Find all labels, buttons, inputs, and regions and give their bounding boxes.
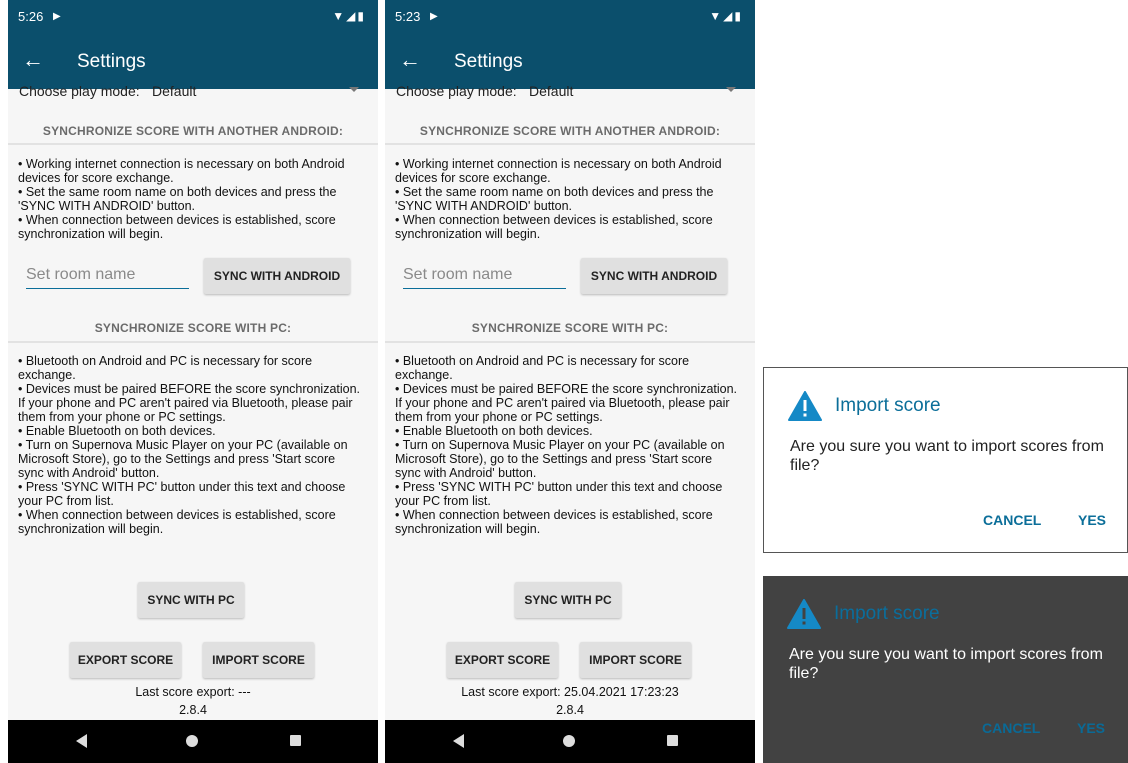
instruction-line: • Enable Bluetooth on both devices. <box>18 424 216 438</box>
cancel-button[interactable]: CANCEL <box>983 512 1041 528</box>
instruction-line: • Working internet connection is necessa… <box>395 157 722 185</box>
play-mode-label: Choose play mode: <box>396 83 517 99</box>
dialog-message: Are you sure you want to import scores f… <box>789 646 1103 682</box>
nav-recents-icon[interactable] <box>667 735 678 746</box>
status-bar: 5:26 ▶ ▼◢▮ <box>8 0 378 33</box>
system-nav-bar <box>385 720 755 763</box>
instruction-line: • Enable Bluetooth on both devices. <box>395 424 593 438</box>
dialog-title: Import score <box>835 395 941 416</box>
import-score-dialog-dark: Import score Are you sure you want to im… <box>763 576 1128 763</box>
nav-home-icon[interactable] <box>563 735 575 747</box>
warning-icon <box>788 391 822 421</box>
play-mode-select[interactable]: Choose play mode: Default <box>19 83 359 103</box>
pc-section-title: SYNCHRONIZE SCORE WITH PC: <box>94 321 292 335</box>
battery-icon: ▮ <box>357 9 366 23</box>
page-title: Settings <box>77 51 146 72</box>
play-icon: ▶ <box>430 11 438 22</box>
instruction-line: • Set the same room name on both devices… <box>395 185 714 213</box>
pc-section-title: SYNCHRONIZE SCORE WITH PC: <box>471 321 669 335</box>
play-mode-value: Default <box>529 83 574 99</box>
wifi-icon: ▼ <box>332 9 347 23</box>
instruction-line: • Working internet connection is necessa… <box>18 157 345 185</box>
divider <box>385 143 755 145</box>
instruction-line: • When connection between devices is est… <box>18 508 336 536</box>
instruction-line: • Press 'SYNC WITH PC' button under this… <box>18 480 346 508</box>
settings-content: Choose play mode: Default SYNCHRONIZE SC… <box>8 83 378 720</box>
nav-back-icon[interactable] <box>453 734 464 748</box>
app-bar: ← Settings <box>385 33 755 89</box>
import-score-button[interactable]: IMPORT SCORE <box>580 642 691 678</box>
signal-icon: ◢ <box>723 9 735 23</box>
nav-home-icon[interactable] <box>186 735 198 747</box>
play-mode-value: Default <box>152 83 197 99</box>
settings-content: Choose play mode: Default SYNCHRONIZE SC… <box>385 83 755 720</box>
system-nav-bar <box>8 720 378 763</box>
nav-back-icon[interactable] <box>76 734 87 748</box>
play-mode-select[interactable]: Choose play mode: Default <box>396 83 736 103</box>
instruction-line: • Set the same room name on both devices… <box>18 185 337 213</box>
android-section-title: SYNCHRONIZE SCORE WITH ANOTHER ANDROID: <box>419 124 721 138</box>
status-icons: ▼◢▮ <box>332 0 366 33</box>
status-bar: 5:23 ▶ ▼◢▮ <box>385 0 755 33</box>
status-time: 5:23 <box>395 9 421 24</box>
app-bar: ← Settings <box>8 33 378 89</box>
pc-instructions: • Bluetooth on Android and PC is necessa… <box>18 354 363 536</box>
android-section-title: SYNCHRONIZE SCORE WITH ANOTHER ANDROID: <box>42 124 344 138</box>
play-mode-label: Choose play mode: <box>19 83 140 99</box>
divider <box>8 143 378 145</box>
divider <box>385 341 755 343</box>
room-name-input[interactable] <box>26 261 189 289</box>
version-text: 2.8.4 <box>179 703 207 717</box>
last-export-text: Last score export: --- <box>135 685 251 699</box>
status-time: 5:26 <box>18 9 44 24</box>
instruction-line: • Bluetooth on Android and PC is necessa… <box>18 354 313 382</box>
cancel-button[interactable]: CANCEL <box>982 720 1040 736</box>
signal-icon: ◢ <box>346 9 358 23</box>
yes-button[interactable]: YES <box>1078 512 1106 528</box>
instruction-line: • Devices must be paired BEFORE the scor… <box>18 382 361 424</box>
nav-recents-icon[interactable] <box>290 735 301 746</box>
sync-pc-button[interactable]: SYNC WITH PC <box>515 582 621 618</box>
pc-instructions: • Bluetooth on Android and PC is necessa… <box>395 354 740 536</box>
dialog-title: Import score <box>834 603 940 624</box>
instruction-line: • When connection between devices is est… <box>395 508 713 536</box>
wifi-icon: ▼ <box>709 9 724 23</box>
import-score-dialog-light: Import score Are you sure you want to im… <box>763 367 1128 553</box>
room-name-input[interactable] <box>403 261 566 289</box>
divider <box>8 341 378 343</box>
android-instructions: • Working internet connection is necessa… <box>18 157 363 241</box>
battery-icon: ▮ <box>734 9 743 23</box>
instruction-line: • When connection between devices is est… <box>395 213 713 241</box>
arrow-left-icon[interactable]: ← <box>399 46 421 74</box>
status-icons: ▼◢▮ <box>709 0 743 33</box>
dialog-message: Are you sure you want to import scores f… <box>790 438 1104 474</box>
chevron-down-icon <box>349 87 359 92</box>
yes-button[interactable]: YES <box>1077 720 1105 736</box>
arrow-left-icon[interactable]: ← <box>22 46 44 74</box>
instruction-line: • Press 'SYNC WITH PC' button under this… <box>395 480 723 508</box>
instruction-line: • When connection between devices is est… <box>18 213 336 241</box>
instruction-line: • Turn on Supernova Music Player on your… <box>395 438 725 480</box>
page-title: Settings <box>454 51 523 72</box>
sync-pc-button[interactable]: SYNC WITH PC <box>138 582 244 618</box>
version-text: 2.8.4 <box>556 703 584 717</box>
import-score-button[interactable]: IMPORT SCORE <box>203 642 314 678</box>
play-icon: ▶ <box>53 11 61 22</box>
android-instructions: • Working internet connection is necessa… <box>395 157 740 241</box>
sync-android-button[interactable]: SYNC WITH ANDROID <box>581 258 727 294</box>
export-score-button[interactable]: EXPORT SCORE <box>70 642 181 678</box>
export-score-button[interactable]: EXPORT SCORE <box>447 642 558 678</box>
phone-screen-1: 5:26 ▶ ▼◢▮ ← Settings Choose play mode: … <box>8 0 378 763</box>
chevron-down-icon <box>726 87 736 92</box>
phone-screen-2: 5:23 ▶ ▼◢▮ ← Settings Choose play mode: … <box>385 0 755 763</box>
last-export-text: Last score export: 25.04.2021 17:23:23 <box>461 685 679 699</box>
instruction-line: • Bluetooth on Android and PC is necessa… <box>395 354 690 382</box>
instruction-line: • Devices must be paired BEFORE the scor… <box>395 382 738 424</box>
sync-android-button[interactable]: SYNC WITH ANDROID <box>204 258 350 294</box>
warning-icon <box>787 599 821 629</box>
instruction-line: • Turn on Supernova Music Player on your… <box>18 438 348 480</box>
